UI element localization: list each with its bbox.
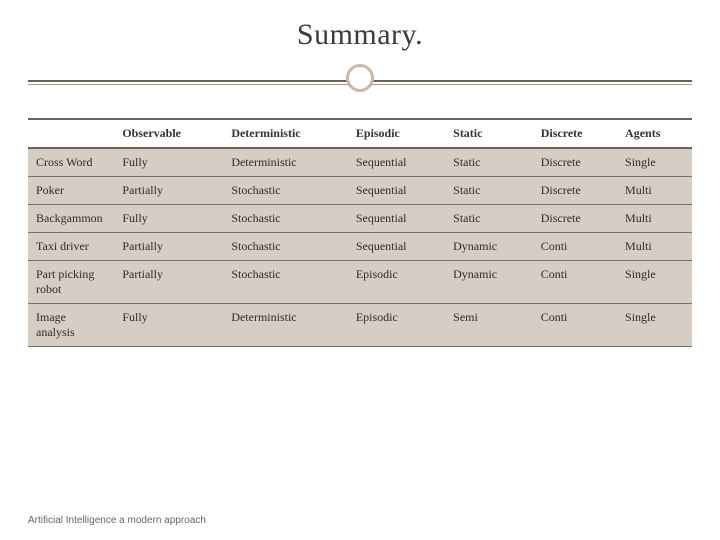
cell: Single bbox=[617, 304, 692, 347]
cell: Fully bbox=[114, 304, 223, 347]
footer-text: Artificial Intelligence a modern approac… bbox=[28, 515, 206, 526]
cell: Multi bbox=[617, 205, 692, 233]
header-episodic: Episodic bbox=[348, 119, 445, 148]
cell: Sequential bbox=[348, 177, 445, 205]
cell: Partially bbox=[114, 261, 223, 304]
cell: Fully bbox=[114, 148, 223, 177]
cell: Multi bbox=[617, 233, 692, 261]
cell: Single bbox=[617, 148, 692, 177]
cell: Deterministic bbox=[223, 304, 348, 347]
header-static: Static bbox=[445, 119, 533, 148]
cell: Dynamic bbox=[445, 261, 533, 304]
cell: Discrete bbox=[533, 148, 617, 177]
table-row: Taxi driver Partially Stochastic Sequent… bbox=[28, 233, 692, 261]
title-area: Summary. bbox=[28, 18, 692, 78]
cell: Discrete bbox=[533, 177, 617, 205]
cell-label: Part picking robot bbox=[28, 261, 114, 304]
cell: Conti bbox=[533, 261, 617, 304]
table-row: Part picking robot Partially Stochastic … bbox=[28, 261, 692, 304]
cell: Partially bbox=[114, 233, 223, 261]
page-title: Summary. bbox=[28, 18, 692, 52]
cell: Multi bbox=[617, 177, 692, 205]
cell-label: Cross Word bbox=[28, 148, 114, 177]
header-blank bbox=[28, 119, 114, 148]
cell: Fully bbox=[114, 205, 223, 233]
table-row: Cross Word Fully Deterministic Sequentia… bbox=[28, 148, 692, 177]
cell: Deterministic bbox=[223, 148, 348, 177]
circle-ornament-icon bbox=[346, 64, 374, 92]
cell-label: Backgammon bbox=[28, 205, 114, 233]
cell: Stochastic bbox=[223, 233, 348, 261]
table-row: Poker Partially Stochastic Sequential St… bbox=[28, 177, 692, 205]
header-observable: Observable bbox=[114, 119, 223, 148]
table-header-row: Observable Deterministic Episodic Static… bbox=[28, 119, 692, 148]
cell: Stochastic bbox=[223, 261, 348, 304]
cell-label: Image analysis bbox=[28, 304, 114, 347]
cell: Semi bbox=[445, 304, 533, 347]
cell-label: Taxi driver bbox=[28, 233, 114, 261]
table-row: Image analysis Fully Deterministic Episo… bbox=[28, 304, 692, 347]
summary-table-container: Observable Deterministic Episodic Static… bbox=[28, 118, 692, 347]
cell: Conti bbox=[533, 233, 617, 261]
table-body: Cross Word Fully Deterministic Sequentia… bbox=[28, 148, 692, 347]
cell: Discrete bbox=[533, 205, 617, 233]
cell: Static bbox=[445, 148, 533, 177]
cell: Partially bbox=[114, 177, 223, 205]
cell: Stochastic bbox=[223, 205, 348, 233]
cell: Episodic bbox=[348, 261, 445, 304]
cell: Episodic bbox=[348, 304, 445, 347]
header-agents: Agents bbox=[617, 119, 692, 148]
cell: Conti bbox=[533, 304, 617, 347]
cell: Single bbox=[617, 261, 692, 304]
cell: Sequential bbox=[348, 233, 445, 261]
cell: Dynamic bbox=[445, 233, 533, 261]
cell: Stochastic bbox=[223, 177, 348, 205]
cell-label: Poker bbox=[28, 177, 114, 205]
cell: Static bbox=[445, 205, 533, 233]
table-row: Backgammon Fully Stochastic Sequential S… bbox=[28, 205, 692, 233]
slide: Summary. Observable Deterministic Episod… bbox=[0, 0, 720, 540]
cell: Sequential bbox=[348, 205, 445, 233]
cell: Sequential bbox=[348, 148, 445, 177]
header-discrete: Discrete bbox=[533, 119, 617, 148]
header-deterministic: Deterministic bbox=[223, 119, 348, 148]
cell: Static bbox=[445, 177, 533, 205]
summary-table: Observable Deterministic Episodic Static… bbox=[28, 118, 692, 347]
